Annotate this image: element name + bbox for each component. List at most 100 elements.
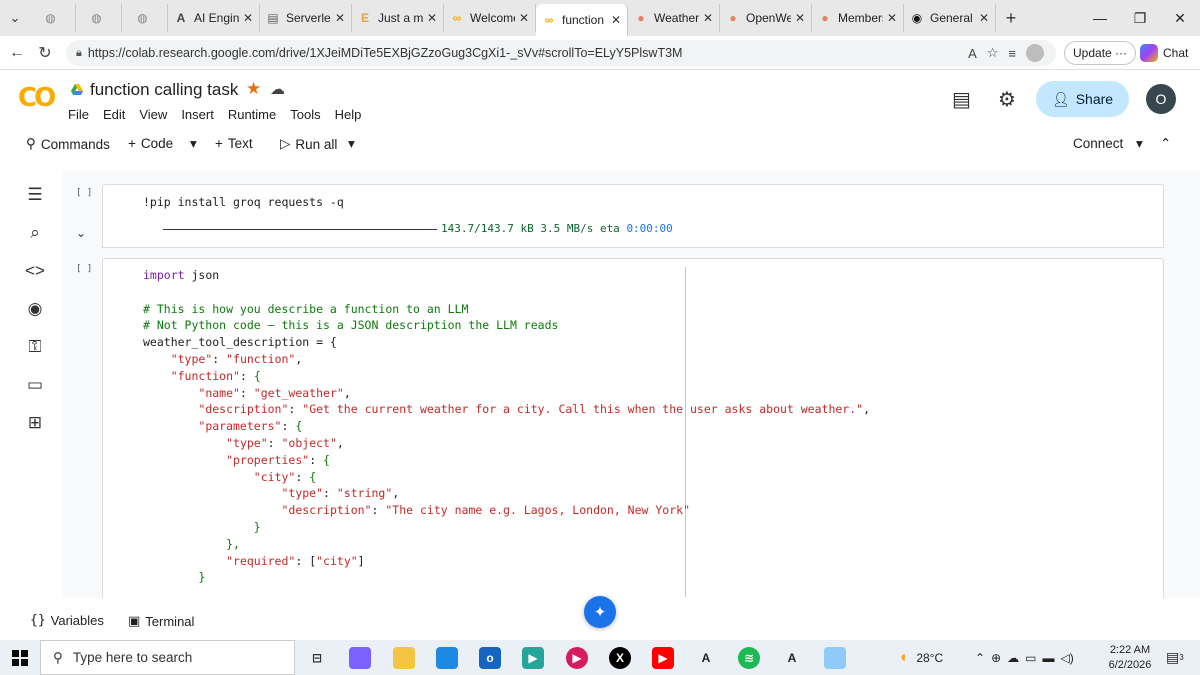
browser-tab[interactable]: ● Weather ✕ xyxy=(628,4,720,32)
star-icon[interactable]: ★ xyxy=(246,79,261,99)
media-player-icon[interactable]: ▶ xyxy=(566,647,588,669)
secrets-key-icon[interactable]: ⚿ xyxy=(24,336,46,358)
cell-run-button[interactable]: [ ] xyxy=(76,264,92,274)
notebook-title[interactable]: function calling task xyxy=(90,80,238,100)
menu-item-view[interactable]: View xyxy=(139,107,167,122)
outlook-icon[interactable]: o xyxy=(479,647,501,669)
new-tab-plus-icon[interactable]: + xyxy=(996,8,1026,29)
ai-app-icon[interactable]: A xyxy=(695,647,717,669)
variable-inspector-icon[interactable]: ◉ xyxy=(24,298,46,320)
menu-item-insert[interactable]: Insert xyxy=(181,107,214,122)
read-aloud-icon[interactable]: A xyxy=(968,46,977,61)
windows-start-icon[interactable] xyxy=(12,650,28,666)
code-cell[interactable]: import json # This is how you describe a … xyxy=(102,258,1164,598)
tab-close-icon[interactable]: ✕ xyxy=(701,11,715,25)
browser-tab[interactable]: ∞ function ✕ xyxy=(536,4,628,36)
code-editor[interactable]: import json # This is how you describe a … xyxy=(143,267,870,586)
x-app-icon[interactable]: X xyxy=(609,647,631,669)
files-folder-icon[interactable]: ▭ xyxy=(24,374,46,396)
clock[interactable]: 2:22 AM 6/2/2026 xyxy=(1100,643,1160,673)
notifications-icon[interactable]: ▤ 3 xyxy=(1166,640,1184,675)
find-replace-icon[interactable]: ⌕ xyxy=(24,222,46,244)
restore-icon[interactable]: ❐ xyxy=(1120,0,1160,36)
tab-close-icon[interactable]: ✕ xyxy=(241,11,255,25)
back-arrow-icon[interactable]: ← xyxy=(6,44,28,62)
menu-item-edit[interactable]: Edit xyxy=(103,107,125,122)
browser-tab[interactable]: E Just a mo✕ xyxy=(352,4,444,32)
menu-item-file[interactable]: File xyxy=(68,107,89,122)
add-text-button[interactable]: + Text xyxy=(215,136,253,151)
variables-button[interactable]: {} Variables xyxy=(30,613,104,628)
tab-close-icon[interactable]: ✕ xyxy=(333,11,347,25)
connect-dropdown-icon[interactable]: ▾ xyxy=(1136,136,1143,152)
battery-icon[interactable]: ▬ xyxy=(1042,651,1054,665)
favorites-list-icon[interactable]: ≡ xyxy=(1008,46,1016,61)
tray-chevron-icon[interactable]: ⌃ xyxy=(975,651,985,665)
code-line[interactable]: !pip install groq requests -q xyxy=(143,194,344,211)
cloud-icon[interactable]: ☁ xyxy=(1007,651,1019,665)
profile-avatar-icon[interactable] xyxy=(1026,44,1044,62)
connect-button[interactable]: Connect xyxy=(1073,136,1123,151)
browser-tab[interactable]: ◉ General ✕ xyxy=(904,4,996,32)
cell-run-button[interactable]: [ ] xyxy=(76,188,92,198)
code-snippets-icon[interactable]: <> xyxy=(24,260,46,282)
spotify-icon[interactable]: ≋ xyxy=(738,647,760,669)
browser-tab[interactable]: ∞ Welcome ✕ xyxy=(444,4,536,32)
add-code-button[interactable]: + Code xyxy=(128,136,173,151)
tab-actions-chevron-icon[interactable]: ⌄ xyxy=(0,0,30,36)
user-avatar[interactable]: O xyxy=(1146,84,1176,114)
update-button[interactable]: Update ··· xyxy=(1064,41,1137,65)
code-dropdown-icon[interactable]: ▾ xyxy=(190,136,197,152)
browser-tab[interactable]: ▤ Serverles✕ xyxy=(260,4,352,32)
taskbar-search[interactable]: ⚲ Type here to search xyxy=(40,640,295,675)
minimize-icon[interactable]: — xyxy=(1080,0,1120,36)
tab-close-icon[interactable]: ✕ xyxy=(885,11,899,25)
terminal-button[interactable]: ▣ Terminal xyxy=(128,613,194,629)
task-view-icon[interactable]: ⊟ xyxy=(306,647,328,669)
play-store-icon[interactable]: ▶ xyxy=(522,647,544,669)
run-all-button[interactable]: ▷ Run all xyxy=(280,136,337,152)
colab-logo[interactable]: CO xyxy=(18,83,56,113)
url-bar[interactable]: 🔒︎ https://colab.research.google.com/dri… xyxy=(66,40,1056,66)
tab-close-icon[interactable]: ✕ xyxy=(977,11,991,25)
file-explorer-icon[interactable] xyxy=(393,647,415,669)
copilot-app-icon[interactable] xyxy=(349,647,371,669)
browser-tab[interactable]: ◍ xyxy=(122,4,168,32)
data-table-icon[interactable]: ⊞ xyxy=(24,412,46,434)
weather-widget[interactable]: ◐ 28°C xyxy=(900,640,943,675)
menu-item-tools[interactable]: Tools xyxy=(290,107,320,122)
display-icon[interactable]: ▭ xyxy=(1025,651,1036,665)
tab-close-icon[interactable]: ✕ xyxy=(517,11,531,25)
tab-close-icon[interactable]: ✕ xyxy=(793,11,807,25)
collapse-header-chevron-icon[interactable]: ⌃ xyxy=(1160,136,1171,152)
share-button[interactable]: 👤︎ Share xyxy=(1036,81,1129,117)
browser-tab[interactable]: A AI Engine✕ xyxy=(168,4,260,32)
speaker-icon[interactable]: ◁) xyxy=(1060,651,1073,665)
browser-tab[interactable]: ◍ xyxy=(76,4,122,32)
gemini-sparkle-icon[interactable]: ✦ xyxy=(584,596,616,628)
search-placeholder: Type here to search xyxy=(72,650,193,665)
close-window-icon[interactable]: ✕ xyxy=(1160,0,1200,36)
comments-icon[interactable]: ▤ xyxy=(952,87,971,112)
table-of-contents-icon[interactable]: ☰ xyxy=(24,184,46,206)
reload-icon[interactable]: ↻ xyxy=(34,43,56,63)
tab-close-icon[interactable]: ✕ xyxy=(609,13,623,27)
app-window-icon[interactable] xyxy=(824,647,846,669)
browser-tab[interactable]: ● Members✕ xyxy=(812,4,904,32)
tray-app-icon[interactable]: ⊕ xyxy=(991,651,1001,665)
menu-item-help[interactable]: Help xyxy=(335,107,362,122)
copilot-chat-button[interactable]: Chat xyxy=(1140,41,1188,65)
youtube-icon[interactable]: ▶ xyxy=(652,647,674,669)
tab-close-icon[interactable]: ✕ xyxy=(425,11,439,25)
browser-tab[interactable]: ◍ xyxy=(30,4,76,32)
commands-button[interactable]: ⚲ Commands xyxy=(26,136,110,152)
run-all-dropdown-icon[interactable]: ▾ xyxy=(348,136,355,152)
menu-item-runtime[interactable]: Runtime xyxy=(228,107,276,122)
favorite-star-icon[interactable]: ☆ xyxy=(987,45,999,61)
edge-browser-icon[interactable] xyxy=(436,647,458,669)
output-collapse-chevron-icon[interactable]: ⌄ xyxy=(76,226,86,240)
code-cell[interactable]: !pip install groq requests -q xyxy=(102,184,1164,218)
settings-gear-icon[interactable]: ⚙ xyxy=(998,87,1016,112)
ai-app-icon-2[interactable]: A xyxy=(781,647,803,669)
browser-tab[interactable]: ● OpenWe ✕ xyxy=(720,4,812,32)
